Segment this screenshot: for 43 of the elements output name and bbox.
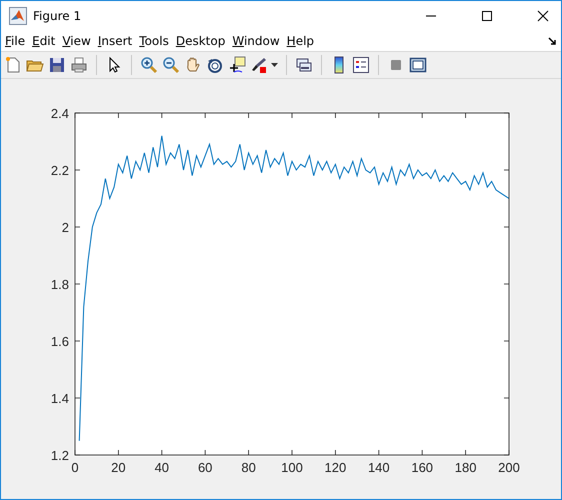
x-tick-label: 120: [324, 460, 346, 475]
menu-item[interactable]: Tools: [139, 34, 169, 48]
legend-icon[interactable]: [352, 56, 370, 74]
app-logo-icon: [9, 7, 27, 25]
x-tick-label: 40: [154, 460, 170, 475]
y-tick-label: 2: [62, 220, 69, 235]
close-icon[interactable]: [537, 10, 549, 22]
menu-item[interactable]: Edit: [32, 34, 56, 48]
menu-item[interactable]: View: [62, 34, 91, 48]
x-tick-label: 0: [71, 460, 79, 475]
link-icon[interactable]: [295, 56, 313, 74]
data-cursor-icon[interactable]: [228, 56, 246, 74]
x-tick-label: 80: [241, 460, 256, 475]
new-file-icon[interactable]: [4, 56, 22, 74]
menu-item[interactable]: Help: [286, 34, 314, 48]
save-icon[interactable]: [48, 56, 66, 74]
y-tick-label: 1.4: [50, 391, 69, 406]
menu-item[interactable]: Desktop: [176, 34, 226, 48]
y-tick-label: 2.2: [50, 163, 69, 178]
window-title: Figure 1: [33, 9, 82, 23]
x-tick-label: 20: [111, 460, 126, 475]
x-tick-label: 180: [454, 460, 476, 475]
y-tick-label: 1.6: [50, 334, 69, 349]
brush-icon[interactable]: [250, 56, 268, 74]
x-tick-label: 100: [281, 460, 303, 475]
y-tick-label: 2.4: [50, 106, 69, 121]
x-tick-label: 160: [411, 460, 434, 475]
zoom-out-icon[interactable]: [162, 56, 180, 74]
x-tick-label: 60: [198, 460, 212, 475]
zoom-in-icon[interactable]: [140, 56, 158, 74]
y-tick-label: 1.8: [50, 277, 69, 292]
rotate-icon[interactable]: [206, 56, 224, 74]
menu-item[interactable]: Window: [232, 34, 280, 48]
dock-arrow-icon[interactable]: [548, 36, 557, 46]
y-tick-label: 1.2: [50, 448, 69, 463]
printer-icon[interactable]: [70, 56, 88, 74]
x-tick-label: 140: [368, 460, 390, 475]
window-icon[interactable]: [409, 56, 427, 74]
caret-icon[interactable]: [271, 63, 278, 67]
menu-item[interactable]: Insert: [98, 34, 132, 48]
menu-item[interactable]: File: [5, 34, 26, 48]
x-tick-label: 200: [498, 460, 520, 475]
maximize-icon[interactable]: [481, 10, 493, 22]
